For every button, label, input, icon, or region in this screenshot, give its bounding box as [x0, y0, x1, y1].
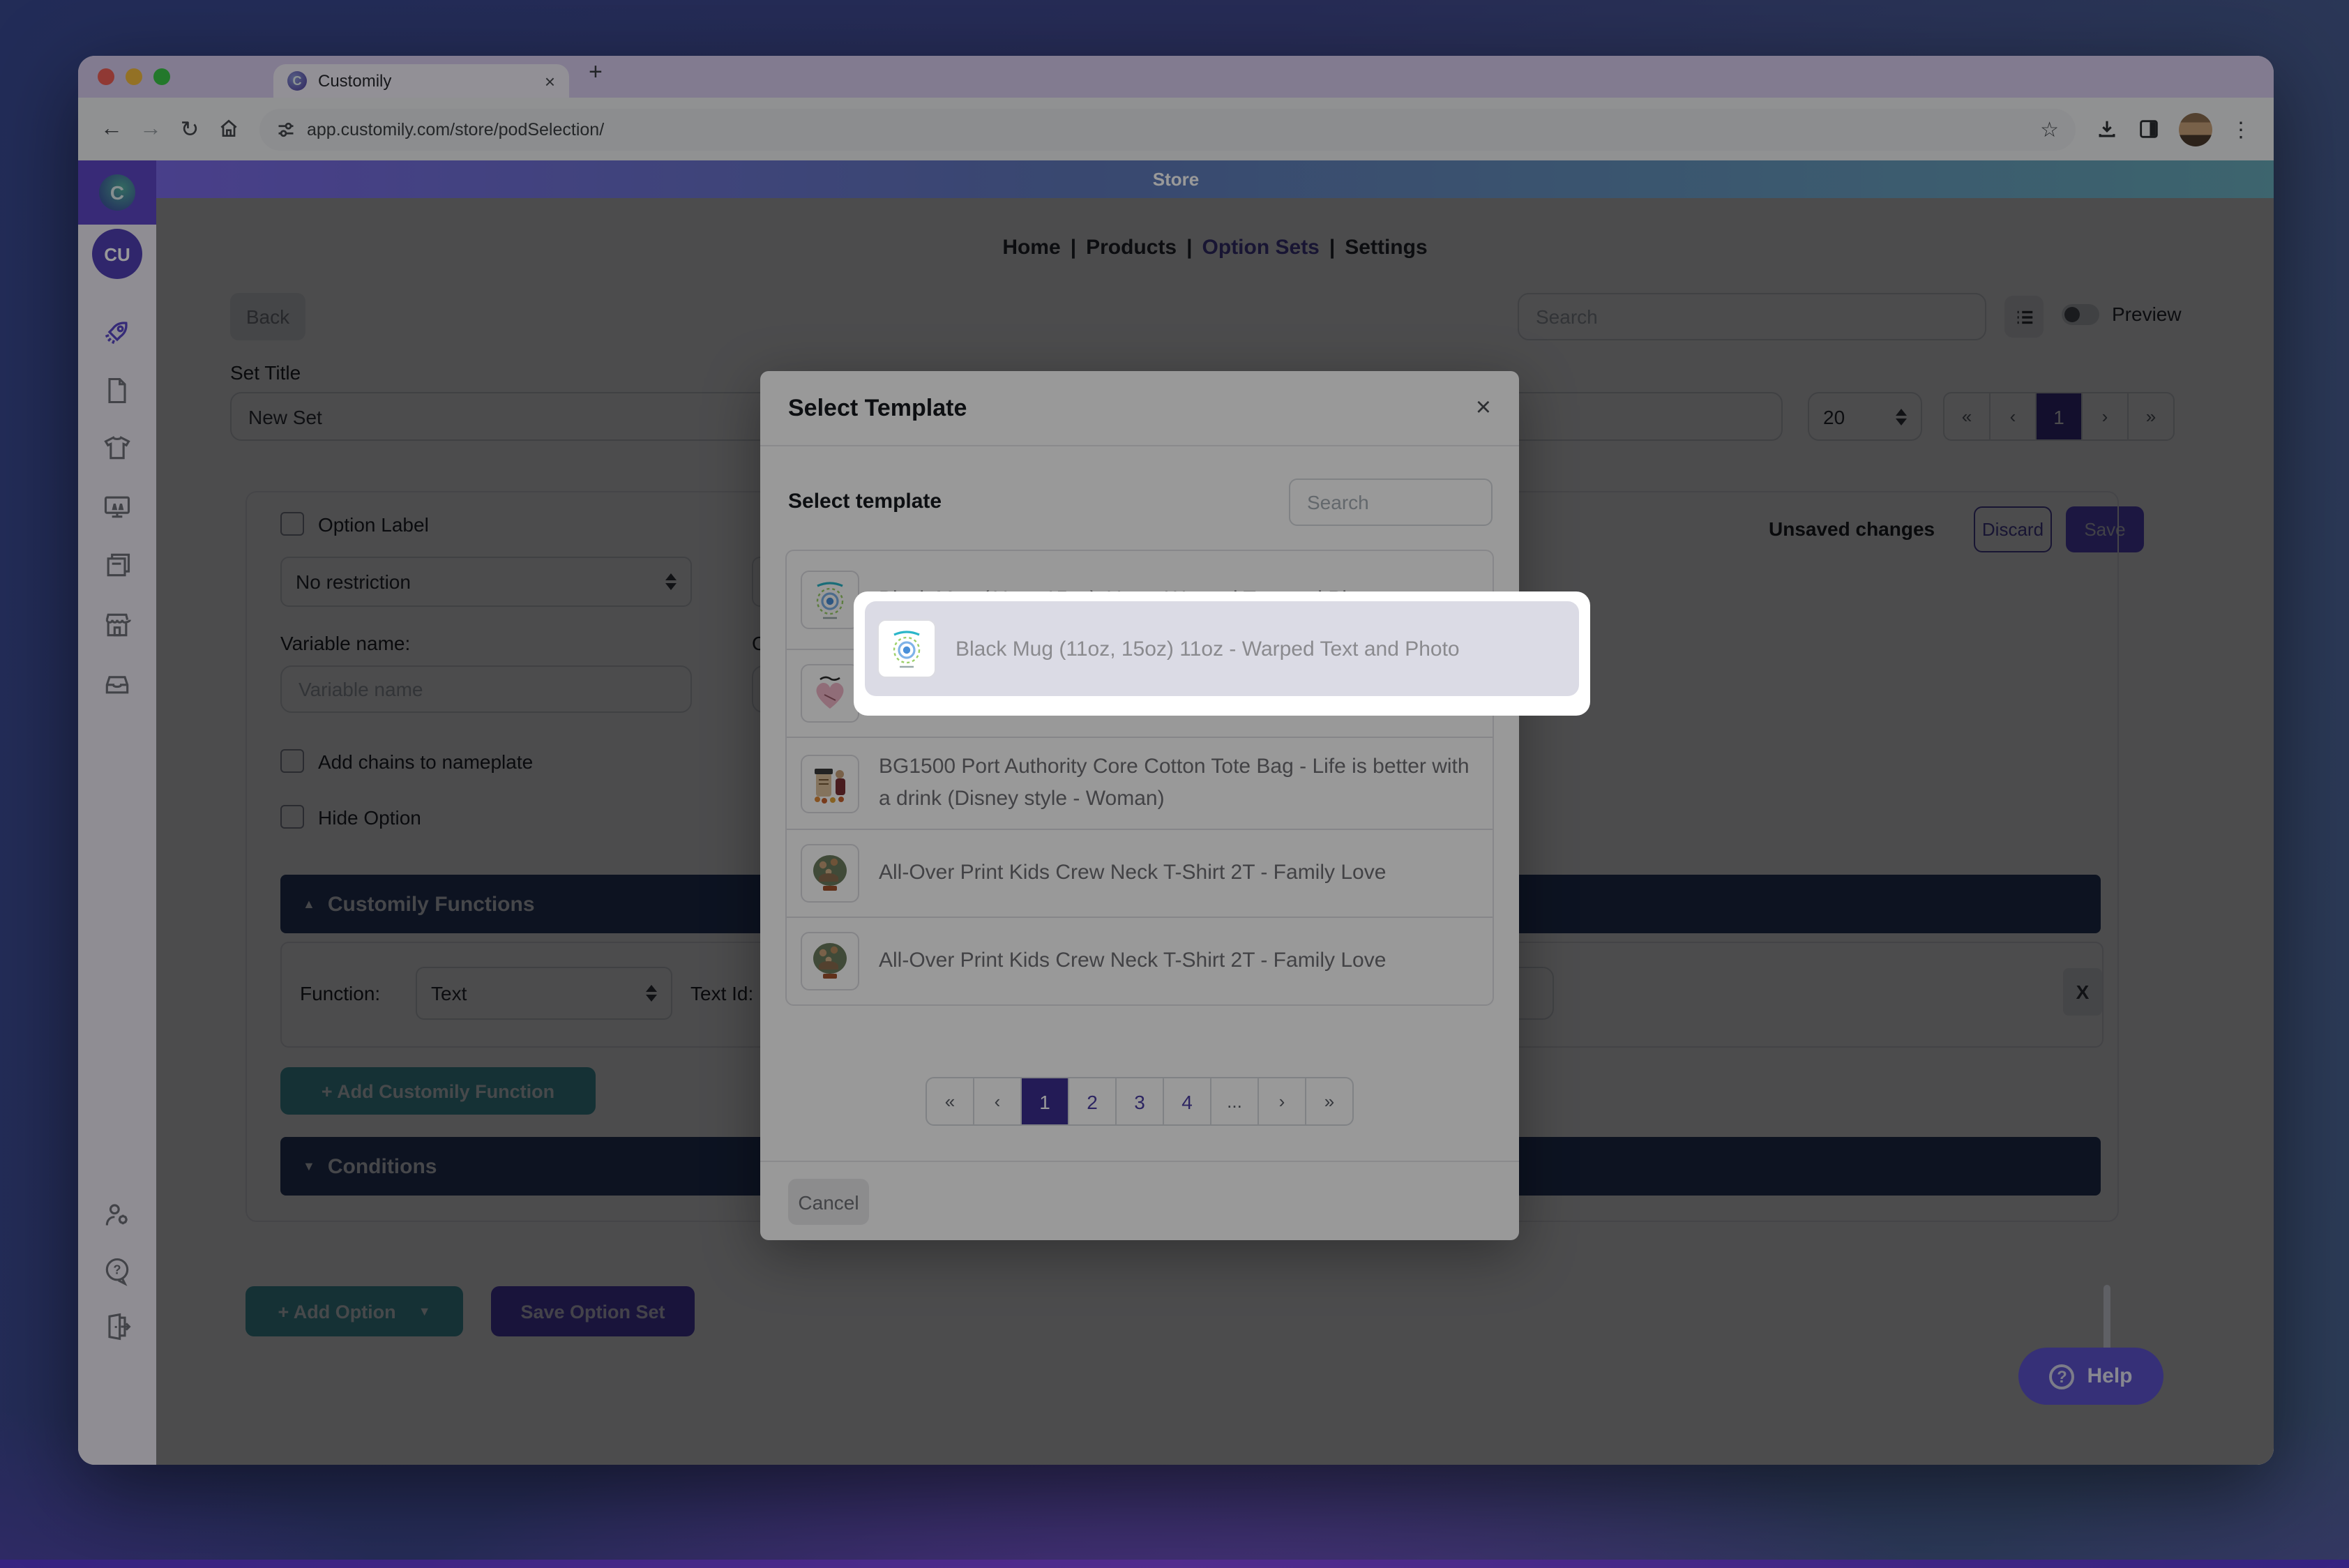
template-list-item[interactable]: BG1500 Port Authority Core Cotton Tote B… [787, 737, 1493, 829]
highlighted-template-title: Black Mug (11oz, 15oz) 11oz - Warped Tex… [956, 637, 1460, 661]
home-icon[interactable] [209, 116, 248, 142]
account-settings-icon[interactable] [102, 1200, 133, 1230]
screenshot-stage: C Customily × + ← → ↻ app.customily.com/… [0, 0, 2349, 1568]
page-2-button[interactable]: 2 [1068, 1078, 1115, 1124]
template-title: BG1500 Port Authority Core Cotton Tote B… [879, 752, 1479, 815]
help-button[interactable]: ? Help [2018, 1348, 2163, 1405]
site-settings-icon[interactable] [276, 119, 296, 139]
url-bar[interactable]: app.customily.com/store/podSelection/ ☆ [259, 108, 2076, 150]
page-viewport: Store C CU ? Home|Product [78, 160, 2274, 1465]
template-thumbnail [877, 619, 936, 678]
browser-menu-icon[interactable]: ⋮ [2230, 116, 2251, 142]
desktop-glow-line [0, 1560, 2349, 1568]
design-monitor-icon[interactable] [102, 491, 133, 522]
last-page-button[interactable]: » [1305, 1078, 1352, 1124]
toolbar-right: ⋮ [2087, 112, 2260, 146]
page-3-button[interactable]: 3 [1115, 1078, 1163, 1124]
modal-title: Select Template [788, 394, 1476, 422]
browser-toolbar: ← → ↻ app.customily.com/store/podSelecti… [78, 98, 2274, 160]
store-avatar[interactable]: CU [92, 229, 142, 279]
app-logo-block: C [78, 160, 156, 225]
close-icon[interactable]: × [1476, 393, 1491, 423]
store-title: Store [1153, 169, 1199, 190]
ellipsis-pages-button[interactable]: ... [1210, 1078, 1257, 1124]
close-window-button[interactable] [98, 68, 114, 85]
page-4-button[interactable]: 4 [1163, 1078, 1210, 1124]
tab-title: Customily [318, 71, 534, 91]
customily-logo-icon: C [99, 174, 135, 211]
first-page-button[interactable]: « [927, 1078, 973, 1124]
help-label: Help [2087, 1364, 2132, 1388]
modal-footer: Cancel [760, 1161, 1519, 1240]
sidebar: CU ? [78, 225, 156, 1465]
template-thumbnail [801, 932, 859, 990]
forward-icon[interactable]: → [131, 116, 170, 142]
question-mark-icon: ? [2049, 1364, 2074, 1389]
reload-icon[interactable]: ↻ [170, 115, 209, 143]
template-list-item[interactable]: All-Over Print Kids Crew Neck T-Shirt 2T… [787, 917, 1493, 1004]
template-thumbnail [801, 571, 859, 629]
back-icon[interactable]: ← [92, 116, 131, 142]
minimize-window-button[interactable] [126, 68, 142, 85]
new-tab-button[interactable]: + [589, 59, 603, 86]
customily-favicon-icon: C [287, 71, 307, 91]
profile-avatar[interactable] [2179, 112, 2212, 146]
template-thumbnail [801, 754, 859, 813]
svg-text:?: ? [113, 1262, 121, 1277]
cancel-button[interactable]: Cancel [788, 1179, 869, 1225]
tshirt-icon[interactable] [102, 432, 133, 463]
template-title: All-Over Print Kids Crew Neck T-Shirt 2T… [879, 946, 1386, 977]
template-title: All-Over Print Kids Crew Neck T-Shirt 2T… [879, 858, 1386, 889]
rocket-icon[interactable] [102, 317, 133, 347]
scrollbar-thumb[interactable] [2103, 1285, 2110, 1357]
template-thumbnail [801, 664, 859, 723]
template-thumbnail [801, 844, 859, 903]
browser-tab[interactable]: C Customily × [273, 64, 569, 98]
spotlight-highlight: Black Mug (11oz, 15oz) 11oz - Warped Tex… [854, 591, 1590, 716]
modal-header: Select Template × [760, 371, 1519, 446]
store-header-bar: Store [78, 160, 2274, 198]
file-icon[interactable] [102, 375, 133, 406]
tab-strip: C Customily × + [78, 56, 2274, 98]
inbox-icon[interactable] [102, 668, 133, 699]
next-page-button[interactable]: › [1257, 1078, 1305, 1124]
template-search-input[interactable] [1289, 478, 1493, 526]
page-1-button[interactable]: 1 [1020, 1078, 1068, 1124]
select-template-label: Select template [788, 490, 942, 513]
modal-pagination: « ‹ 1 2 3 4 ... › » [926, 1077, 1354, 1126]
download-icon[interactable] [2095, 117, 2119, 141]
highlighted-template-item[interactable]: Black Mug (11oz, 15oz) 11oz - Warped Tex… [865, 601, 1579, 696]
store-icon[interactable] [102, 610, 133, 640]
side-panel-icon[interactable] [2137, 117, 2161, 141]
bookmark-star-icon[interactable]: ☆ [2040, 116, 2059, 142]
pages-icon[interactable] [102, 550, 133, 580]
tab-close-icon[interactable]: × [545, 70, 555, 91]
logout-icon[interactable] [102, 1311, 133, 1342]
browser-window: C Customily × + ← → ↻ app.customily.com/… [78, 56, 2274, 1465]
maximize-window-button[interactable] [153, 68, 170, 85]
template-list-item[interactable]: All-Over Print Kids Crew Neck T-Shirt 2T… [787, 829, 1493, 917]
select-template-modal: Select Template × Select template Black … [760, 371, 1519, 1240]
url-text[interactable]: app.customily.com/store/podSelection/ [307, 119, 2029, 139]
help-bubble-icon[interactable]: ? [102, 1256, 133, 1286]
window-controls [98, 68, 170, 85]
prev-page-button[interactable]: ‹ [973, 1078, 1020, 1124]
